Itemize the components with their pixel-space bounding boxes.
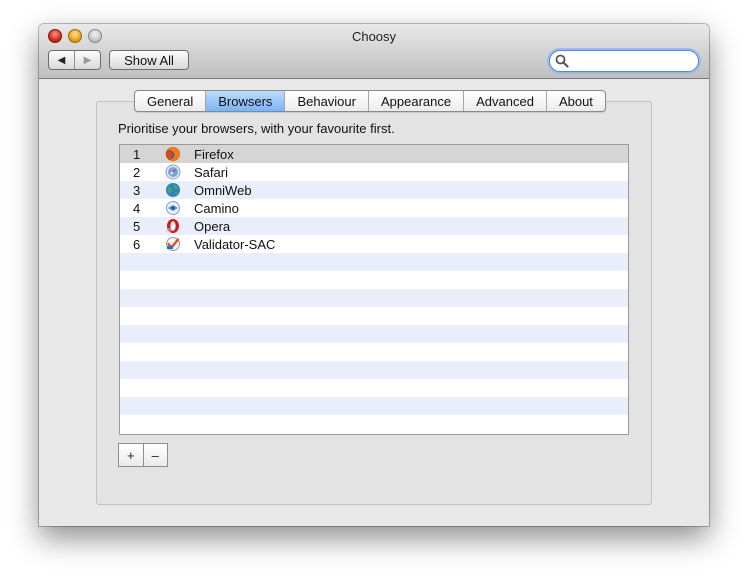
- empty-row: [120, 325, 628, 343]
- browser-name: Opera: [194, 218, 231, 234]
- empty-row: [120, 379, 628, 397]
- window-title: Choosy: [351, 29, 397, 44]
- empty-row: [120, 289, 628, 307]
- safari-icon: [165, 164, 181, 180]
- browser-row-safari[interactable]: 2 Safari: [120, 163, 628, 181]
- title-bar[interactable]: Choosy ◀ ▶ Show All: [39, 24, 709, 79]
- omniweb-icon: [166, 183, 180, 197]
- browser-rank: 3: [133, 182, 141, 198]
- forward-button[interactable]: ▶: [75, 51, 100, 69]
- empty-row: [120, 271, 628, 289]
- browser-name: OmniWeb: [194, 182, 252, 198]
- browser-list[interactable]: 1 Firefox 2 Safari 3 OmniWeb 4 Camino 5 …: [119, 144, 629, 435]
- browser-row-camino[interactable]: 4 Camino: [120, 199, 628, 217]
- empty-row: [120, 307, 628, 325]
- browser-rank: 5: [133, 218, 141, 234]
- browser-rank: 6: [133, 236, 141, 252]
- back-forward-control: ◀ ▶: [48, 50, 101, 70]
- empty-row: [120, 361, 628, 379]
- browser-name: Firefox: [194, 146, 234, 162]
- remove-browser-button[interactable]: –: [144, 444, 168, 466]
- add-browser-button[interactable]: +: [119, 444, 144, 466]
- camino-icon: [166, 201, 180, 215]
- firefox-icon: [165, 146, 181, 162]
- search-input[interactable]: [572, 53, 692, 69]
- tab-general[interactable]: General: [135, 91, 207, 111]
- add-remove-control: + –: [118, 443, 168, 467]
- browser-name: Safari: [194, 164, 228, 180]
- tab-advanced[interactable]: Advanced: [464, 91, 547, 111]
- opera-icon: [166, 219, 179, 233]
- browser-row-firefox[interactable]: 1 Firefox: [120, 145, 628, 163]
- search-field[interactable]: [549, 50, 699, 72]
- browser-row-validator-sac[interactable]: 6 Validator-SAC: [120, 235, 628, 253]
- browser-rank: 1: [133, 146, 141, 162]
- forward-arrow-icon: ▶: [83, 54, 92, 66]
- tab-bar: General Browsers Behaviour Appearance Ad…: [134, 90, 606, 112]
- empty-row: [120, 415, 628, 433]
- tab-about[interactable]: About: [547, 91, 605, 111]
- empty-row: [120, 343, 628, 361]
- tab-appearance[interactable]: Appearance: [369, 91, 465, 111]
- show-all-button[interactable]: Show All: [109, 50, 189, 70]
- browser-rank: 4: [133, 200, 141, 216]
- back-arrow-icon: ◀: [57, 54, 66, 66]
- browser-name: Camino: [194, 200, 239, 216]
- preferences-window: Choosy ◀ ▶ Show All General Browsers Beh…: [39, 24, 709, 526]
- browser-row-opera[interactable]: 5 Opera: [120, 217, 628, 235]
- search-icon: [555, 54, 569, 68]
- empty-row: [120, 397, 628, 415]
- instructions-text: Prioritise your browsers, with your favo…: [118, 121, 395, 136]
- validator-sac-icon: [166, 237, 180, 251]
- browser-name: Validator-SAC: [194, 236, 276, 252]
- tab-behaviour[interactable]: Behaviour: [285, 91, 369, 111]
- empty-row: [120, 253, 628, 271]
- back-button[interactable]: ◀: [49, 51, 75, 69]
- tab-browsers[interactable]: Browsers: [206, 91, 286, 111]
- browser-row-omniweb[interactable]: 3 OmniWeb: [120, 181, 628, 199]
- browser-rank: 2: [133, 164, 141, 180]
